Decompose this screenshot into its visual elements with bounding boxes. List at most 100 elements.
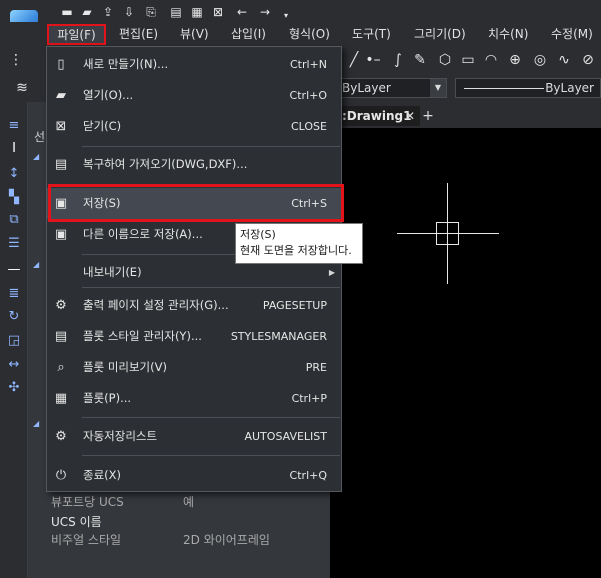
scale-icon[interactable]: ◲ (6, 333, 22, 349)
close-icon[interactable]: ✕ (402, 106, 418, 126)
color-combo-value: ByLayer (342, 81, 391, 95)
autosave-list-icon: ⚙ (55, 429, 67, 444)
new-icon[interactable]: ▬ (60, 6, 74, 18)
spline-icon[interactable]: ∫ (390, 52, 406, 68)
grip-icon: ⋮ (9, 52, 23, 68)
panel-heading: 선 (34, 130, 46, 144)
undo-icon[interactable]: ← (235, 6, 249, 18)
menu-item-label: 복구하여 가져오기(DWG,DXF)... (83, 157, 248, 171)
customize-dropdown-icon[interactable]: ▾ (279, 10, 293, 22)
menu-item-label: 출력 페이지 설정 관리자(G)... (83, 298, 229, 312)
stretch-icon[interactable]: ↔ (6, 357, 22, 373)
ellipse-icon[interactable]: ⊘ (580, 52, 596, 68)
menu-tools[interactable]: 도구(T) (352, 22, 391, 46)
menu-item-new[interactable]: ▯ 새로 만들기(N)... Ctrl+N (47, 49, 341, 80)
menu-separator (82, 287, 340, 288)
rotate-icon[interactable]: ↻ (6, 309, 22, 325)
menu-file[interactable]: 파일(F) (47, 24, 106, 45)
prop-value-visual-style[interactable]: 2D 와이어프레임 (183, 531, 270, 548)
menu-item-page-setup[interactable]: ⚙ 출력 페이지 설정 관리자(G)... PAGESETUP (47, 290, 341, 321)
move-icon[interactable]: ↕ (6, 166, 22, 182)
menu-view[interactable]: 뷰(V) (180, 22, 209, 46)
pencil-icon[interactable]: ✎ (412, 52, 428, 68)
menu-item-recover[interactable]: ▤ 복구하여 가져오기(DWG,DXF)... (47, 149, 341, 180)
rectangle-icon[interactable]: ▭ (460, 52, 476, 68)
explode-icon[interactable]: ✣ (6, 380, 22, 396)
new-file-icon: ▯ (57, 57, 65, 72)
menu-item-plot[interactable]: ▦ 플롯(P)... Ctrl+P (47, 383, 341, 414)
menu-draw[interactable]: 그리기(D) (414, 22, 466, 46)
export-icon[interactable]: ⊠ (211, 6, 225, 18)
print-icon[interactable]: ▤ (169, 6, 183, 18)
open-folder-icon: ▰ (56, 88, 66, 103)
add-tab-icon[interactable]: + (420, 106, 436, 126)
menu-item-autosave-list[interactable]: ⚙ 자동저장리스트 AUTOSAVELIST (47, 421, 341, 452)
save-tooltip: 저장(S) 현재 도면을 저장합니다. (235, 223, 363, 264)
highlight-frame-save (48, 184, 344, 222)
menu-item-shortcut: AUTOSAVELIST (244, 430, 327, 443)
prop-value-ucs-per-viewport[interactable]: 예 (183, 493, 194, 510)
collapse-arrow-icon[interactable]: ◢ (33, 419, 39, 428)
open-folder-icon[interactable]: ▰ (80, 6, 94, 18)
color-combo[interactable]: ByLayer ▼ (335, 78, 447, 98)
download-icon[interactable]: ⇩ (122, 6, 136, 18)
menu-item-label: 플롯 미리보기(V) (83, 360, 167, 374)
tooltip-description: 현재 도면을 저장합니다. (240, 244, 352, 257)
menu-item-shortcut: CLOSE (290, 120, 327, 133)
menu-item-shortcut: Ctrl+P (291, 392, 327, 405)
menu-item-open[interactable]: ▰ 열기(O)... Ctrl+O (47, 80, 341, 111)
chevron-down-icon[interactable]: ▼ (430, 79, 446, 97)
save-icon[interactable]: ⎘ (144, 6, 158, 18)
stack-icon[interactable]: ☰ (6, 236, 22, 252)
menu-item-label: 내보내기(E) (83, 265, 142, 279)
menu-item-label: 새로 만들기(N)... (83, 57, 169, 71)
menu-item-label: 자동저장리스트 (83, 429, 158, 443)
menu-item-close[interactable]: ⊠ 닫기(C) CLOSE (47, 111, 341, 142)
arc-icon[interactable]: ◠ (483, 52, 499, 68)
menu-item-shortcut: Ctrl+O (289, 89, 327, 102)
polygon-icon[interactable]: ⬡ (437, 52, 453, 68)
menu-separator (82, 417, 340, 418)
layers-icon[interactable]: ≋ (14, 80, 30, 96)
ray-icon[interactable]: •– (365, 52, 381, 68)
menu-item-label: 종료(X) (83, 468, 122, 482)
collapse-arrow-icon[interactable]: ◢ (33, 152, 39, 161)
menu-edit[interactable]: 편집(E) (119, 22, 158, 46)
close-file-icon: ⊠ (55, 119, 67, 134)
menu-item-label: 플롯 스타일 관리자(Y)... (83, 329, 202, 343)
menu-item-shortcut: PRE (305, 361, 327, 374)
circle-icon[interactable]: ⊕ (507, 52, 523, 68)
menu-item-exit[interactable]: ⏻ 종료(X) Ctrl+Q (47, 460, 341, 491)
menu-item-shortcut: Ctrl+N (289, 58, 327, 71)
menu-format[interactable]: 형식(O) (289, 22, 330, 46)
redo-icon[interactable]: → (258, 6, 272, 18)
text-cursor-icon[interactable]: I (6, 141, 22, 157)
plot-icon[interactable]: ▦ (190, 6, 204, 18)
menu-item-plot-style[interactable]: ▤ 플롯 스타일 관리자(Y)... STYLESMANAGER (47, 321, 341, 352)
menu-modify[interactable]: 수정(M) (551, 22, 593, 46)
menu-lines-icon[interactable]: ≡ (6, 118, 22, 134)
line-icon[interactable]: ╱ (346, 52, 362, 68)
collapse-arrow-icon[interactable]: ◢ (33, 260, 39, 269)
menu-item-label: 플롯(P)... (83, 391, 132, 405)
donut-icon[interactable]: ◎ (532, 52, 548, 68)
copy-icon[interactable]: ⧉ (6, 212, 22, 228)
upload-icon[interactable]: ⇪ (101, 6, 115, 18)
line-tool-icon[interactable]: — (6, 262, 22, 278)
menu-item-shortcut: PAGESETUP (262, 299, 327, 312)
menu-separator (82, 146, 340, 147)
revcloud-icon[interactable]: ∿ (556, 52, 572, 68)
page-setup-icon: ⚙ (55, 298, 67, 313)
menu-insert[interactable]: 삽입(I) (231, 22, 266, 46)
linetype-combo[interactable]: ByLayer (455, 78, 601, 98)
menu-item-label: 닫기(C) (83, 119, 122, 133)
menu-item-label: 열기(O)... (83, 88, 134, 102)
linetype-combo-value: ByLayer (545, 81, 594, 95)
menu-item-label: 다른 이름으로 저장(A)... (83, 227, 203, 241)
select-icon[interactable]: ▚ (6, 190, 22, 206)
menu-dimension[interactable]: 치수(N) (488, 22, 528, 46)
menu-item-plot-preview[interactable]: ⌕ 플롯 미리보기(V) PRE (47, 352, 341, 383)
drawing-canvas[interactable] (330, 128, 601, 578)
list-icon[interactable]: ≣ (6, 286, 22, 302)
save-as-icon: ▣ (54, 227, 68, 242)
